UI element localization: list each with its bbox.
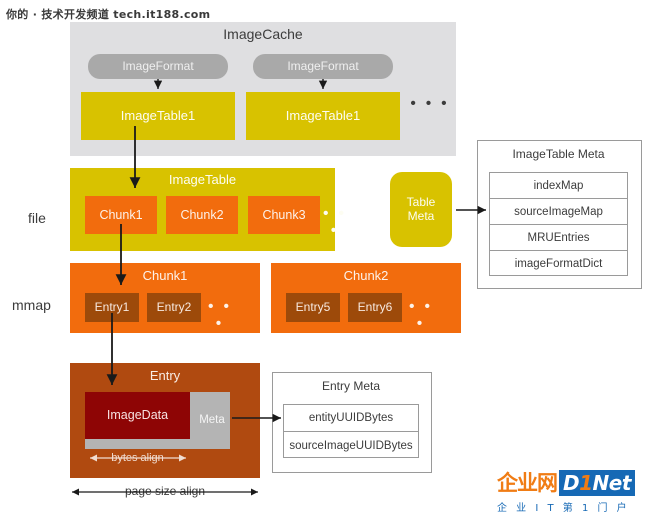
image-table-panel-title: ImageTable: [168, 172, 237, 187]
image-table-meta-row-index-map[interactable]: indexMap: [490, 173, 627, 199]
logo-brand-one: 1: [579, 471, 593, 495]
page-size-align-label: page size align: [124, 484, 206, 498]
image-cache-title: ImageCache: [223, 26, 303, 42]
table-meta-line1: Table: [406, 194, 436, 209]
entry-box-5[interactable]: Entry5: [286, 293, 340, 322]
mmap-chunk-ellipsis-1: • • •: [208, 298, 232, 332]
chunk-box-3[interactable]: Chunk3: [248, 196, 320, 234]
image-format-pill-1[interactable]: ImageFormat: [88, 54, 228, 79]
d1net-logo: 企业网 D1Net 企 业 I T 第 1 门 户: [497, 470, 665, 514]
mmap-chunk-ellipsis-2: • • •: [409, 298, 433, 332]
chunk-box-1[interactable]: Chunk1: [85, 196, 157, 234]
logo-brand-d: D: [563, 471, 580, 495]
entry-meta-row-source-image-uuid-bytes[interactable]: sourceImageUUIDBytes: [284, 432, 418, 459]
entry-meta-row-entity-uuid-bytes[interactable]: entityUUIDBytes: [284, 405, 418, 432]
logo-chinese-text: 企业网: [497, 471, 558, 495]
bytes-align-label: bytes align: [111, 452, 164, 464]
logo-brand-net: Net: [592, 471, 632, 495]
chunk-box-2[interactable]: Chunk2: [166, 196, 238, 234]
mmap-chunk-title-2: Chunk2: [343, 268, 389, 283]
logo-primary-row: 企业网 D1Net: [497, 470, 665, 496]
diagram-canvas: 你的 · 技术开发频道 tech.it188.com ImageCache Im…: [0, 0, 670, 516]
logo-brand-text: D1Net: [559, 470, 635, 496]
entry-meta-block[interactable]: Meta: [194, 392, 230, 449]
entry-box-1[interactable]: Entry1: [85, 293, 139, 322]
logo-subtitle: 企 业 I T 第 1 门 户: [497, 503, 630, 514]
image-table-box-1[interactable]: ImageTable1: [81, 92, 235, 140]
image-data-block[interactable]: ImageData: [85, 392, 190, 439]
entry-box-6[interactable]: Entry6: [348, 293, 402, 322]
table-meta-box[interactable]: Table Meta: [390, 172, 452, 247]
entry-panel-title: Entry: [149, 368, 181, 383]
entry-meta-rows: entityUUIDBytes sourceImageUUIDBytes: [283, 404, 419, 458]
layer-label-mmap: mmap: [12, 297, 51, 313]
image-table-meta-row-source-image-map[interactable]: sourceImageMap: [490, 199, 627, 225]
entry-meta-title: Entry Meta: [321, 379, 381, 393]
table-meta-line2: Meta: [407, 208, 435, 223]
site-watermark: 你的 · 技术开发频道 tech.it188.com: [6, 8, 211, 21]
image-table-ellipsis: • • •: [323, 205, 347, 239]
entry-box-2[interactable]: Entry2: [147, 293, 201, 322]
image-cache-ellipsis: • • •: [410, 95, 450, 112]
image-format-pill-2[interactable]: ImageFormat: [253, 54, 393, 79]
image-table-meta-row-mru-entries[interactable]: MRUEntries: [490, 225, 627, 251]
layer-label-file: file: [28, 210, 46, 226]
image-table-meta-row-image-format-dict[interactable]: imageFormatDict: [490, 251, 627, 277]
image-table-box-2[interactable]: ImageTable1: [246, 92, 400, 140]
image-table-meta-title: ImageTable Meta: [512, 147, 605, 161]
mmap-chunk-title-1: Chunk1: [142, 268, 188, 283]
image-table-meta-rows: indexMap sourceImageMap MRUEntries image…: [489, 172, 628, 276]
